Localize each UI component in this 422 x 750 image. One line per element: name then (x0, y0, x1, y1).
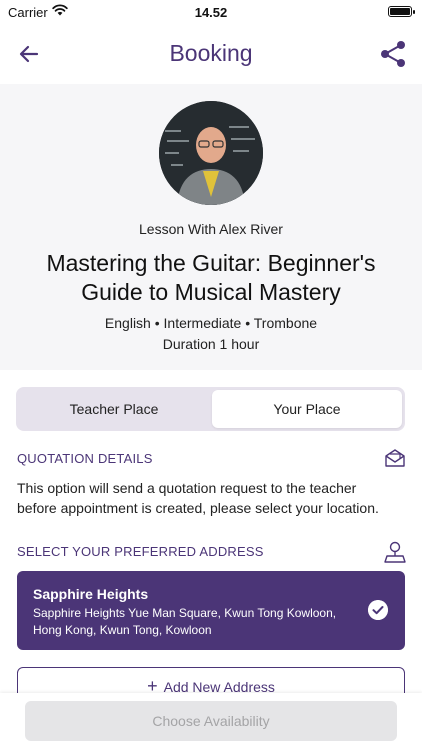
teacher-name: Lesson With Alex River (139, 221, 283, 237)
status-bar: Carrier 14.52 (0, 0, 422, 24)
nav-bar: Booking (0, 24, 422, 84)
tab-your-place[interactable]: Your Place (212, 390, 402, 428)
address-heading: SELECT YOUR PREFERRED ADDRESS (17, 544, 264, 559)
quotation-heading: QUOTATION DETAILS (17, 451, 153, 466)
choose-availability-button[interactable]: Choose Availability (25, 701, 397, 741)
share-icon[interactable] (378, 39, 408, 69)
course-duration: Duration 1 hour (162, 336, 260, 352)
address-name: Sapphire Heights (33, 586, 149, 602)
address-card-selected[interactable]: Sapphire Heights Sapphire Heights Yue Ma… (17, 571, 405, 650)
location-segmented-control: Teacher Place Your Place (16, 387, 405, 431)
quotation-description: This option will send a quotation reques… (17, 480, 379, 516)
course-meta: English • Intermediate • Trombone (104, 315, 318, 331)
battery-icon (388, 6, 415, 17)
bottom-action-bar: Choose Availability (0, 693, 422, 750)
location-pin-icon (384, 541, 406, 563)
page-title: Booking (169, 40, 253, 66)
clock: 14.52 (194, 5, 228, 20)
checkmark-circle-icon (368, 600, 388, 620)
lesson-header: Lesson With Alex River Mastering the Gui… (0, 84, 422, 370)
tab-teacher-place[interactable]: Teacher Place (19, 390, 209, 428)
envelope-icon (385, 449, 405, 467)
teacher-avatar (159, 101, 263, 205)
course-title: Mastering the Guitar: Beginner's Guide t… (46, 250, 376, 305)
address-detail: Sapphire Heights Yue Man Square, Kwun To… (33, 606, 337, 637)
